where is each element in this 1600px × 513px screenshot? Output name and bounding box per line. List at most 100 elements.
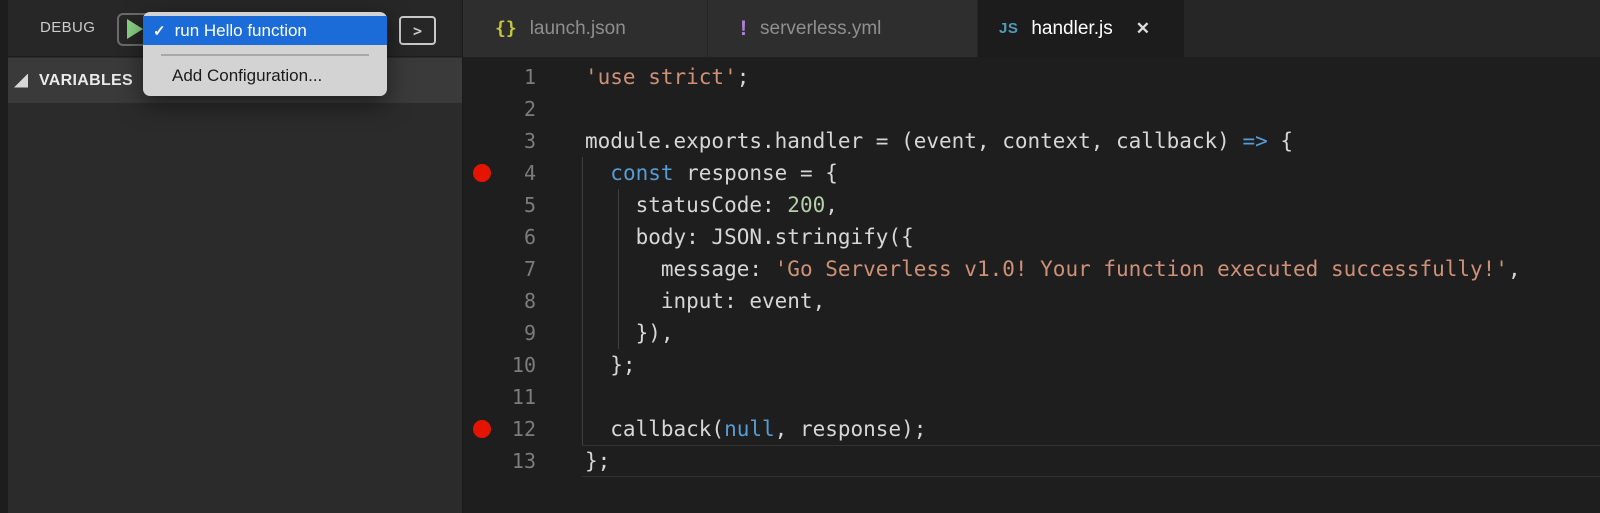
- breakpoint-margin[interactable]: [463, 253, 501, 285]
- code-token: , response);: [774, 417, 927, 441]
- window-edge-strip: [0, 0, 8, 513]
- tab-serverless.yml[interactable]: ! serverless.yml: [708, 0, 978, 57]
- code-line-7[interactable]: 7 message: 'Go Serverless v1.0! Your fun…: [463, 253, 1600, 285]
- debug-title: DEBUG: [40, 19, 96, 36]
- code-line-3[interactable]: 3 module.exports.handler = (event, contex…: [463, 125, 1600, 157]
- code-token: ,: [1507, 257, 1521, 281]
- start-debug-play-icon[interactable]: [127, 19, 143, 39]
- vscode-debug-window: DEBUG > VARIABLES {} launch.json! serverle…: [0, 0, 1600, 513]
- code-token: module.exports.handler = (event, context…: [585, 129, 1243, 153]
- line-number: 9: [523, 321, 536, 345]
- breakpoint-margin[interactable]: [463, 285, 501, 317]
- line-number: 6: [523, 225, 536, 249]
- code-token: callback(: [585, 417, 725, 441]
- line-number: 5: [523, 193, 536, 217]
- line-number: 10: [511, 353, 536, 377]
- breakpoint-margin[interactable]: [463, 413, 501, 445]
- code-token: 'use strict': [585, 65, 737, 89]
- debug-config-menu: ✓ run Hello function Add Configuration..…: [143, 12, 387, 96]
- breakpoint-margin[interactable]: [463, 61, 501, 93]
- code-text: callback(null, response);: [536, 413, 926, 445]
- line-number: 7: [523, 257, 536, 281]
- code-token: message:: [585, 257, 775, 281]
- variables-section-label: VARIABLES: [39, 71, 133, 89]
- code-token: statusCode:: [585, 193, 788, 217]
- breakpoint-margin[interactable]: [463, 381, 501, 413]
- code-text: message: 'Go Serverless v1.0! Your funct…: [536, 253, 1521, 285]
- code-area: 1 'use strict'; 2 3 module.exports.handler =…: [463, 61, 1600, 477]
- breakpoint-icon[interactable]: [473, 164, 491, 182]
- code-line-12[interactable]: 12 callback(null, response);: [463, 413, 1600, 445]
- tab-launch.json[interactable]: {} launch.json: [463, 0, 708, 57]
- code-line-10[interactable]: 10 };: [463, 349, 1600, 381]
- code-token: 200: [787, 193, 826, 217]
- code-token: };: [585, 449, 611, 473]
- breakpoint-margin[interactable]: [463, 445, 501, 477]
- breakpoint-margin[interactable]: [463, 125, 501, 157]
- code-line-8[interactable]: 8 input: event,: [463, 285, 1600, 317]
- debug-console-button[interactable]: >: [399, 16, 436, 45]
- code-line-13[interactable]: 13};: [463, 445, 1600, 477]
- editor-group: {} launch.json! serverless.yml JS handler.js…: [462, 0, 1600, 513]
- line-number: 11: [511, 385, 536, 409]
- code-token: const: [610, 161, 674, 185]
- code-token: }),: [585, 321, 674, 345]
- line-number: 1: [523, 65, 536, 89]
- code-line-4[interactable]: 4 const response = {: [463, 157, 1600, 189]
- code-token: };: [585, 353, 636, 377]
- line-number: 2: [523, 97, 536, 121]
- code-line-6[interactable]: 6 body: JSON.stringify({: [463, 221, 1600, 253]
- tab-handler.js[interactable]: JS handler.js ✕: [978, 0, 1184, 57]
- menu-separator: [161, 54, 369, 56]
- menu-item-label: Add Configuration...: [172, 66, 323, 85]
- code-token: {: [1267, 129, 1294, 153]
- line-number: 4: [523, 161, 536, 185]
- code-line-5[interactable]: 5 statusCode: 200,: [463, 189, 1600, 221]
- line-number: 8: [523, 289, 536, 313]
- line-number: 3: [523, 129, 536, 153]
- code-token: =>: [1242, 129, 1268, 153]
- collapse-triangle-icon: [14, 73, 28, 88]
- code-text: input: event,: [536, 285, 825, 317]
- breakpoint-margin[interactable]: [463, 317, 501, 349]
- menu-item-label: run Hello function: [174, 20, 307, 40]
- indent-guide: [618, 189, 619, 349]
- code-text: body: JSON.stringify({: [536, 221, 914, 253]
- code-line-2[interactable]: 2: [463, 93, 1600, 125]
- code-token: 'Go Serverless v1.0! Your function execu…: [774, 257, 1508, 281]
- yaml-warning-icon: !: [740, 16, 747, 40]
- code-token: input: event,: [585, 289, 826, 313]
- close-icon[interactable]: ✕: [1136, 19, 1150, 39]
- breakpoint-margin[interactable]: [463, 189, 501, 221]
- code-text: module.exports.handler = (event, context…: [536, 125, 1293, 157]
- indent-guide: [582, 157, 583, 445]
- code-text: }),: [536, 317, 674, 349]
- code-line-11[interactable]: 11: [463, 381, 1600, 413]
- menu-item-run-hello-function[interactable]: ✓ run Hello function: [143, 16, 387, 45]
- checkmark-icon: ✓: [153, 22, 166, 40]
- breakpoint-margin[interactable]: [463, 349, 501, 381]
- line-number: 13: [511, 449, 536, 473]
- tab-label: launch.json: [529, 17, 626, 39]
- code-text: };: [536, 349, 636, 381]
- tab-label: serverless.yml: [760, 17, 882, 39]
- code-token: response = {: [673, 161, 838, 185]
- breakpoint-icon[interactable]: [473, 420, 491, 438]
- javascript-icon: JS: [999, 20, 1019, 37]
- code-text: };: [536, 445, 610, 477]
- code-token: body: JSON.stringify({: [585, 225, 914, 249]
- editor[interactable]: 1 'use strict'; 2 3 module.exports.handler =…: [463, 57, 1600, 513]
- code-line-9[interactable]: 9 }),: [463, 317, 1600, 349]
- breakpoint-margin[interactable]: [463, 157, 501, 189]
- tab-bar: {} launch.json! serverless.yml JS handler.js…: [463, 0, 1600, 57]
- breakpoint-margin[interactable]: [463, 221, 501, 253]
- menu-item-add-configuration[interactable]: Add Configuration...: [143, 63, 387, 90]
- breakpoint-margin[interactable]: [463, 93, 501, 125]
- code-token: ;: [736, 65, 750, 89]
- code-line-1[interactable]: 1 'use strict';: [463, 61, 1600, 93]
- json-braces-icon: {}: [495, 18, 517, 39]
- line-number: 12: [511, 417, 536, 441]
